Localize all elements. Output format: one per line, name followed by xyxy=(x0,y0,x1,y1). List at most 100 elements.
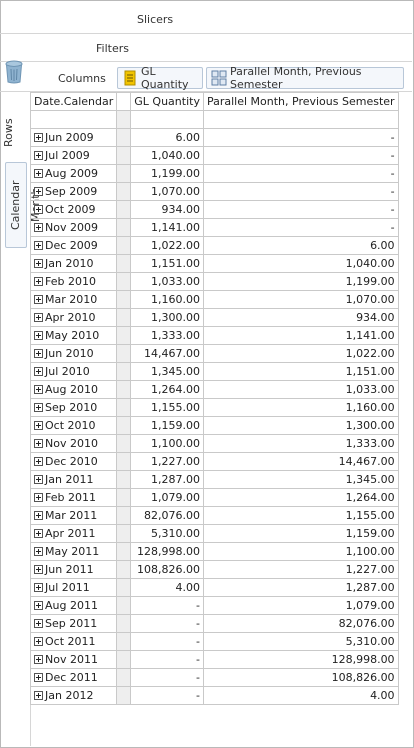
expand-plus-icon[interactable] xyxy=(34,205,43,214)
row-header[interactable]: Sep 2009 xyxy=(29,182,118,201)
expand-plus-icon[interactable] xyxy=(34,151,43,160)
row-header[interactable]: Jan 2010 xyxy=(29,254,118,273)
row-header[interactable]: Mar 2010 xyxy=(29,290,118,309)
row-header[interactable]: Oct 2009 xyxy=(29,200,118,219)
row-header[interactable]: Feb 2010 xyxy=(29,272,118,291)
row-header[interactable]: Jul 2009 xyxy=(29,146,118,165)
row-header[interactable]: Aug 2011 xyxy=(29,596,118,615)
expand-plus-icon[interactable] xyxy=(34,439,43,448)
header-gl-quantity[interactable]: GL Quantity xyxy=(130,92,204,111)
row-header[interactable]: Jul 2010 xyxy=(29,362,118,381)
expand-plus-icon[interactable] xyxy=(34,529,43,538)
slicers-zone[interactable]: Slicers xyxy=(0,7,412,34)
row-header[interactable]: Sep 2011 xyxy=(29,614,118,633)
gl-quantity-cell: 1,345.00 xyxy=(130,362,204,381)
table-row: Mar 2010 1,160.00 1,070.00 xyxy=(29,290,399,309)
row-label: Apr 2010 xyxy=(45,311,96,324)
gl-quantity-cell: 1,022.00 xyxy=(130,236,204,255)
expand-plus-icon[interactable] xyxy=(34,403,43,412)
row-header[interactable]: Jun 2011 xyxy=(29,560,118,579)
row-header[interactable]: Mar 2011 xyxy=(29,506,118,525)
trash-icon[interactable] xyxy=(5,60,23,84)
row-header[interactable]: Aug 2009 xyxy=(29,164,118,183)
row-header[interactable]: May 2010 xyxy=(29,326,118,345)
row-spacer xyxy=(116,542,132,561)
header-date-calendar[interactable]: Date.Calendar xyxy=(29,92,118,111)
expand-plus-icon[interactable] xyxy=(34,565,43,574)
parallel-month-cell: 14,467.00 xyxy=(202,452,399,471)
row-label: Apr 2011 xyxy=(45,527,96,540)
expand-plus-icon[interactable] xyxy=(34,691,43,700)
expand-plus-icon[interactable] xyxy=(34,547,43,556)
row-header[interactable]: Nov 2010 xyxy=(29,434,118,453)
parallel-month-cell: 128,998.00 xyxy=(202,650,399,669)
expand-plus-icon[interactable] xyxy=(34,349,43,358)
row-header[interactable]: Nov 2011 xyxy=(29,650,118,669)
row-header[interactable]: Oct 2011 xyxy=(29,632,118,651)
row-header[interactable]: Dec 2010 xyxy=(29,452,118,471)
row-spacer xyxy=(116,488,132,507)
row-header[interactable]: Sep 2010 xyxy=(29,398,118,417)
measure-chip-label: GL Quantity xyxy=(141,65,189,91)
expand-plus-icon[interactable] xyxy=(34,223,43,232)
row-header[interactable]: Jun 2010 xyxy=(29,344,118,363)
row-spacer xyxy=(116,470,132,489)
expand-plus-icon[interactable] xyxy=(34,421,43,430)
table-row: Mar 2011 82,076.00 1,155.00 xyxy=(29,506,399,525)
row-label: Jan 2010 xyxy=(45,257,94,270)
gl-quantity-cell: 5,310.00 xyxy=(130,524,204,543)
row-header[interactable]: Aug 2010 xyxy=(29,380,118,399)
row-header[interactable]: Apr 2011 xyxy=(29,524,118,543)
row-spacer xyxy=(116,362,132,381)
calc-chip[interactable]: Parallel Month, Previous Semester xyxy=(206,65,404,91)
parallel-month-cell: 1,264.00 xyxy=(202,488,399,507)
row-label: Dec 2009 xyxy=(45,239,98,252)
filters-zone[interactable]: Filters xyxy=(0,35,412,62)
expand-plus-icon[interactable] xyxy=(34,619,43,628)
row-spacer xyxy=(116,380,132,399)
row-header[interactable]: Oct 2010 xyxy=(29,416,118,435)
expand-plus-icon[interactable] xyxy=(34,493,43,502)
expand-plus-icon[interactable] xyxy=(34,637,43,646)
expand-plus-icon[interactable] xyxy=(34,367,43,376)
expand-plus-icon[interactable] xyxy=(34,385,43,394)
expand-plus-icon[interactable] xyxy=(34,259,43,268)
row-spacer xyxy=(116,164,132,183)
expand-plus-icon[interactable] xyxy=(34,313,43,322)
expand-plus-icon[interactable] xyxy=(34,187,43,196)
row-header[interactable]: Jan 2012 xyxy=(29,686,118,705)
expand-plus-icon[interactable] xyxy=(34,241,43,250)
row-label: Jul 2011 xyxy=(45,581,90,594)
row-header[interactable]: Jul 2011 xyxy=(29,578,118,597)
expand-plus-icon[interactable] xyxy=(34,133,43,142)
expand-plus-icon[interactable] xyxy=(34,331,43,340)
expand-plus-icon[interactable] xyxy=(34,169,43,178)
expand-plus-icon[interactable] xyxy=(34,655,43,664)
row-header[interactable]: May 2011 xyxy=(29,542,118,561)
gl-quantity-cell: - xyxy=(130,668,204,687)
row-header[interactable]: Nov 2009 xyxy=(29,218,118,237)
expand-plus-icon[interactable] xyxy=(34,601,43,610)
table-row: Apr 2011 5,310.00 1,159.00 xyxy=(29,524,399,543)
row-header[interactable]: Dec 2011 xyxy=(29,668,118,687)
row-header[interactable]: Dec 2009 xyxy=(29,236,118,255)
subheader-cell xyxy=(29,110,118,129)
header-parallel-month[interactable]: Parallel Month, Previous Semester xyxy=(202,92,399,111)
measure-chip[interactable]: GL Quantity xyxy=(117,65,203,91)
gl-quantity-cell: 1,300.00 xyxy=(130,308,204,327)
expand-plus-icon[interactable] xyxy=(34,295,43,304)
rows-dimension-chip[interactable]: Calendar Month xyxy=(5,162,42,248)
expand-plus-icon[interactable] xyxy=(34,673,43,682)
row-header[interactable]: Jun 2009 xyxy=(29,128,118,147)
expand-plus-icon[interactable] xyxy=(34,583,43,592)
table-row: May 2010 1,333.00 1,141.00 xyxy=(29,326,399,345)
expand-plus-icon[interactable] xyxy=(34,511,43,520)
calc-chip-label: Parallel Month, Previous Semester xyxy=(230,65,362,91)
row-header[interactable]: Jan 2011 xyxy=(29,470,118,489)
expand-plus-icon[interactable] xyxy=(34,277,43,286)
row-label: Mar 2010 xyxy=(45,293,98,306)
row-header[interactable]: Feb 2011 xyxy=(29,488,118,507)
expand-plus-icon[interactable] xyxy=(34,457,43,466)
row-header[interactable]: Apr 2010 xyxy=(29,308,118,327)
expand-plus-icon[interactable] xyxy=(34,475,43,484)
